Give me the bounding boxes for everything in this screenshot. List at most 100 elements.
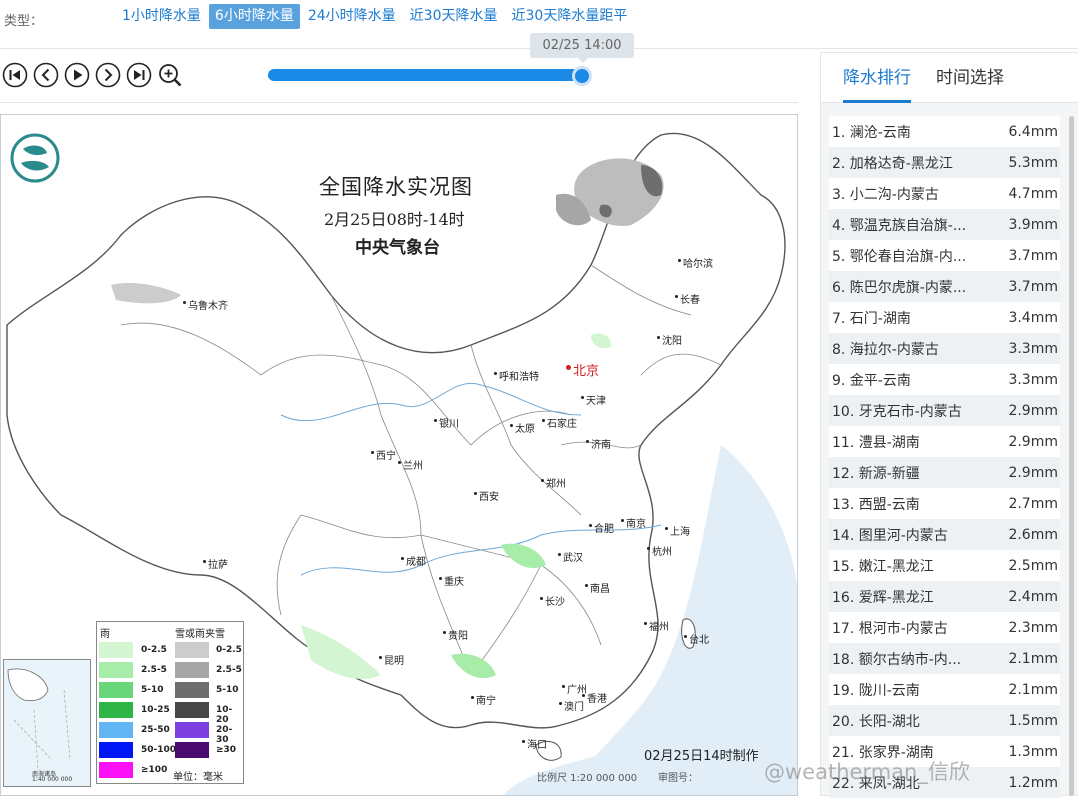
legend-swatch (175, 642, 209, 658)
legend-label: 50-100 (141, 745, 177, 755)
legend-rain-title: 雨 (100, 629, 110, 640)
skip-to-end-icon[interactable] (126, 62, 152, 88)
station-name: 17. 根河市-内蒙古 (832, 620, 948, 637)
ranking-row[interactable]: 1. 澜沧-云南 6.4mm (829, 116, 1060, 147)
tab-precip-ranking[interactable]: 降水排行 (843, 63, 911, 103)
ranking-row[interactable]: 15. 嫩江-黑龙江 2.5mm (829, 550, 1060, 581)
map-title: 全国降水实况图 (319, 175, 473, 199)
map-agency: 中央气象台 (355, 238, 440, 258)
city-label: 上海 (665, 523, 690, 538)
ranking-row[interactable]: 5. 鄂伦春自治旗-内... 3.7mm (829, 240, 1060, 271)
play-icon[interactable] (64, 62, 90, 88)
time-slider-thumb[interactable] (572, 66, 592, 86)
legend-unit: 单位：毫米 (173, 772, 223, 783)
station-name: 4. 鄂温克族自治旗-... (832, 217, 967, 234)
previous-icon[interactable] (33, 62, 59, 88)
ranking-row[interactable]: 16. 爱辉-黑龙江 2.4mm (829, 581, 1060, 612)
ranking-list: 1. 澜沧-云南 6.4mm 2. 加格达奇-黑龙江 5.3mm 3. 小二沟-内蒙古 4… (829, 116, 1060, 798)
inset-map-graphic (7, 668, 71, 771)
precip-value: 3.3mm (1008, 371, 1058, 388)
city-label: 天津 (581, 392, 606, 407)
legend-swatch (99, 722, 133, 738)
city-label: 福州 (644, 618, 669, 633)
next-icon[interactable] (95, 62, 121, 88)
ranking-row[interactable]: 6. 陈巴尔虎旗-内蒙... 3.7mm (829, 271, 1060, 302)
city-label: 贵阳 (443, 627, 468, 642)
review-number: 审图号： (658, 773, 698, 784)
time-slider-track[interactable] (268, 69, 584, 81)
ranking-row[interactable]: 13. 西盟-云南 2.7mm (829, 488, 1060, 519)
legend-swatch (175, 682, 209, 698)
inset-scale: 1:40 000 000 (32, 776, 73, 783)
time-tooltip: 02/25 14:00 (530, 33, 634, 63)
ranking-row[interactable]: 18. 额尔古纳市-内... 2.1mm (829, 643, 1060, 674)
ranking-row[interactable]: 11. 澧县-湖南 2.9mm (829, 426, 1060, 457)
watermark: @weatherman_信欣 (764, 760, 970, 784)
precip-value: 3.7mm (1008, 247, 1058, 264)
map-scale: 比例尺 1:20 000 000 (537, 773, 638, 784)
station-name: 20. 长阳-湖北 (832, 713, 920, 730)
precip-value: 3.3mm (1008, 340, 1058, 357)
ranking-row[interactable]: 2. 加格达奇-黑龙江 5.3mm (829, 147, 1060, 178)
ranking-row[interactable]: 8. 海拉尔-内蒙古 3.3mm (829, 333, 1060, 364)
city-label: 拉萨 (203, 556, 228, 571)
city-label-capital: 北京 (565, 360, 599, 379)
legend-swatch (99, 642, 133, 658)
precip-value: 2.1mm (1008, 650, 1058, 667)
precipitation-map[interactable]: 全国降水实况图 2月25日08时-14时 中央气象台 乌鲁木齐 哈尔滨 长春 沈… (0, 114, 798, 796)
station-name: 18. 额尔古纳市-内... (832, 651, 962, 668)
precip-value: 2.9mm (1008, 433, 1058, 450)
tab-1h-precip[interactable]: 1小时降水量 (116, 4, 207, 29)
scrollbar[interactable] (1069, 116, 1074, 796)
legend-label: 5-10 (141, 685, 164, 695)
city-label: 成都 (401, 553, 426, 568)
tab-30d-anomaly[interactable]: 近30天降水量距平 (506, 4, 634, 29)
precip-value: 1.3mm (1008, 743, 1058, 760)
precip-value: 2.9mm (1008, 402, 1058, 419)
ranking-row[interactable]: 7. 石门-湖南 3.4mm (829, 302, 1060, 333)
ranking-row[interactable]: 3. 小二沟-内蒙古 4.7mm (829, 178, 1060, 209)
legend-swatch (175, 702, 209, 718)
ranking-row[interactable]: 19. 陇川-云南 2.1mm (829, 674, 1060, 705)
precip-value: 5.3mm (1008, 154, 1058, 171)
city-label: 西安 (474, 488, 499, 503)
legend-swatch (99, 702, 133, 718)
city-label: 南昌 (585, 580, 610, 595)
precip-value: 1.5mm (1008, 712, 1058, 729)
ranking-row[interactable]: 17. 根河市-内蒙古 2.3mm (829, 612, 1060, 643)
tab-6h-precip[interactable]: 6小时降水量 (208, 4, 300, 29)
tab-24h-precip[interactable]: 24小时降水量 (302, 4, 402, 29)
legend-swatch (175, 722, 209, 738)
city-label: 昆明 (379, 652, 404, 667)
skip-to-start-icon[interactable] (2, 62, 28, 88)
divider (0, 102, 798, 103)
precip-value: 1.2mm (1008, 774, 1058, 791)
city-label: 太原 (510, 420, 535, 435)
station-name: 11. 澧县-湖南 (832, 434, 920, 451)
ranking-row[interactable]: 4. 鄂温克族自治旗-... 3.9mm (829, 209, 1060, 240)
ranking-row[interactable]: 12. 新源-新疆 2.9mm (829, 457, 1060, 488)
ranking-row[interactable]: 20. 长阳-湖北 1.5mm (829, 705, 1060, 736)
tab-30d-precip[interactable]: 近30天降水量 (404, 4, 504, 29)
map-date: 2月25日08时-14时 (324, 210, 465, 229)
station-name: 2. 加格达奇-黑龙江 (832, 155, 953, 172)
city-label: 沈阳 (657, 332, 682, 347)
precip-value: 2.6mm (1008, 526, 1058, 543)
city-label: 海口 (522, 736, 547, 751)
station-name: 14. 图里河-内蒙古 (832, 527, 948, 544)
type-tabs: 1小时降水量 6小时降水量 24小时降水量 近30天降水量 近30天降水量距平 (116, 4, 635, 29)
ranking-row[interactable]: 9. 金平-云南 3.3mm (829, 364, 1060, 395)
legend-label: ≥30 (216, 745, 237, 755)
tab-time-select[interactable]: 时间选择 (936, 63, 1004, 103)
city-label: 武汉 (558, 549, 583, 564)
ranking-row[interactable]: 14. 图里河-内蒙古 2.6mm (829, 519, 1060, 550)
city-label: 乌鲁木齐 (183, 297, 228, 312)
player-controls (2, 62, 188, 88)
ranking-row[interactable]: 10. 牙克石市-内蒙古 2.9mm (829, 395, 1060, 426)
station-name: 6. 陈巴尔虎旗-内蒙... (832, 279, 967, 296)
legend-label: 10-25 (141, 705, 170, 715)
legend-label: 20-30 (216, 725, 233, 745)
city-label: 澳门 (559, 698, 584, 713)
zoom-in-icon[interactable] (157, 62, 183, 88)
precip-value: 2.1mm (1008, 681, 1058, 698)
